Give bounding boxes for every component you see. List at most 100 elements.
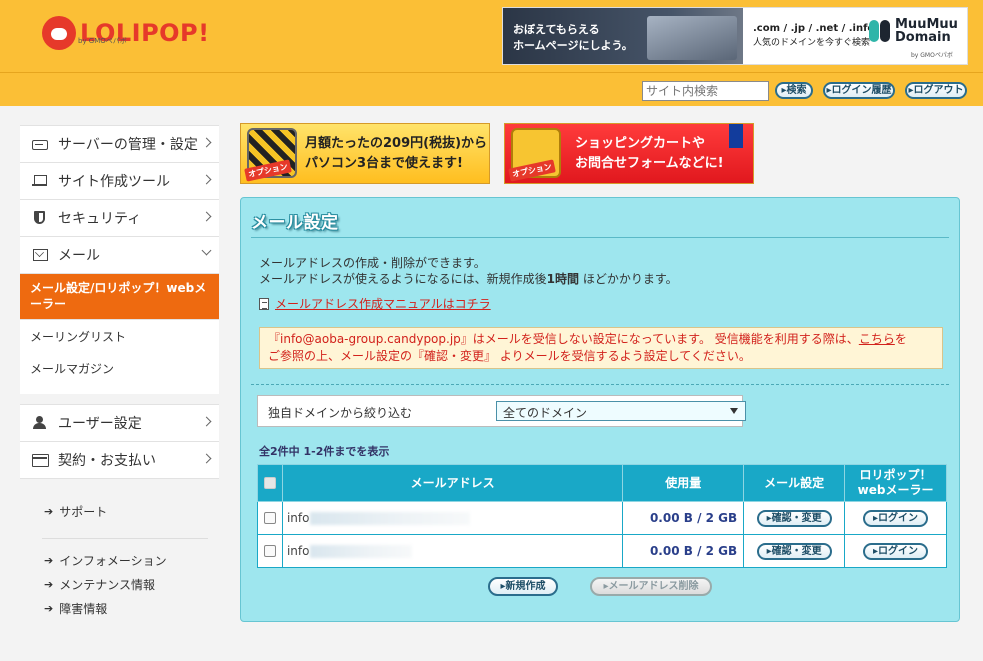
muumuu-logo-text: MuuMuu Domain xyxy=(895,18,958,44)
support-links: ➔ サポート xyxy=(20,499,219,523)
chevron-right-icon xyxy=(201,453,212,464)
filter-label: 独自ドメインから絞り込む xyxy=(268,406,413,420)
promo-banner-pc[interactable]: オプション 月額たったの209円(税抜)から パソコン3台まで使えます! xyxy=(240,123,490,184)
delete-address-button[interactable]: ▸メールアドレス削除 xyxy=(590,577,712,596)
login-history-button[interactable]: ▸ログイン履歴 xyxy=(823,82,895,99)
mail-submenu: メール設定/ロリポップ！webメーラー メーリングリスト メールマガジン xyxy=(20,274,219,394)
desc-line2-bold: 1時間 xyxy=(546,272,580,286)
blurred-domain xyxy=(310,512,471,525)
confirm-change-button[interactable]: ▸確認・変更 xyxy=(756,509,832,527)
muumuu-logo: MuuMuu Domain xyxy=(869,18,958,44)
nav-user-settings[interactable]: ユーザー設定 xyxy=(20,405,219,442)
title-divider xyxy=(251,237,949,238)
chevron-right-icon xyxy=(201,137,212,148)
search-button[interactable]: ▸検索 xyxy=(775,82,813,99)
receive-warning-alert: 『info@aoba-group.candypop.jp』はメールを受信しない設… xyxy=(259,327,943,369)
link-failure[interactable]: ➔ 障害情報 xyxy=(20,596,219,620)
nav-contract[interactable]: 契約・お支払い xyxy=(20,442,219,479)
address-cell: info xyxy=(281,534,624,568)
col-webmailer: ロリポップ！ webメーラー xyxy=(844,464,947,502)
confirm-change-button[interactable]: ▸確認・変更 xyxy=(756,542,832,560)
promo-text: 月額たったの209円(税抜)から パソコン3台まで使えます! xyxy=(305,136,488,171)
chevron-right-icon xyxy=(201,211,212,222)
row-checkbox-cell xyxy=(257,534,283,568)
row-checkbox[interactable] xyxy=(263,545,276,557)
nav-mail[interactable]: メール xyxy=(20,237,219,274)
nav-mailing-list[interactable]: メーリングリスト xyxy=(20,320,219,352)
document-icon xyxy=(259,297,269,310)
nav-group-account: ユーザー設定 契約・お支払い xyxy=(20,404,219,479)
logo-sub: by GMOペパボ xyxy=(78,37,127,45)
ribbon-icon xyxy=(729,124,743,148)
manual-link-text: メールアドレス作成マニュアルはコチラ xyxy=(275,297,491,311)
mail-table: メールアドレス 使用量 メール設定 ロリポップ！ webメーラー info 0.… xyxy=(257,464,947,568)
table-row: info 0.00 B / 2 GB ▸確認・変更 ▸ログイン xyxy=(257,501,947,535)
col-settings: メール設定 xyxy=(743,464,846,502)
muumuu-domain-banner[interactable]: おぼえてもらえる ホームページにしよう。 .com / .jp / .net /… xyxy=(502,7,968,65)
alert-line2: ご参照の上、メール設定の『確認・変更』 よりメールを受信するよう設定してください… xyxy=(268,349,751,363)
address-cell: info xyxy=(281,501,624,535)
link-information-label: インフォメーション xyxy=(59,553,167,568)
chevron-down-icon xyxy=(201,245,212,256)
nav-mail-settings-active[interactable]: メール設定/ロリポップ！webメーラー xyxy=(20,274,219,320)
nav-contract-label: 契約・お支払い xyxy=(58,453,156,469)
domain-select[interactable]: 全てのドメイン xyxy=(496,401,746,421)
usage-cell: 0.00 B / 2 GB xyxy=(622,534,745,568)
col-usage: 使用量 xyxy=(622,464,745,502)
result-count: 全2件中 1-2件までを表示 xyxy=(259,445,390,458)
nav-security-label: セキュリティ xyxy=(58,211,142,227)
banner-image: おぼえてもらえる ホームページにしよう。 xyxy=(503,8,743,64)
chevron-right-icon xyxy=(201,174,212,185)
address-text: info xyxy=(286,511,310,525)
info-links: ➔ インフォメーション ➔ メンテナンス情報 ➔ 障害情報 xyxy=(20,548,219,620)
usage-cell: 0.00 B / 2 GB xyxy=(622,501,745,535)
link-maintenance[interactable]: ➔ メンテナンス情報 xyxy=(20,572,219,596)
alert-link[interactable]: こちら xyxy=(859,332,895,346)
arrow-right-icon: ➔ xyxy=(44,577,54,591)
sidebar-divider xyxy=(42,538,208,539)
link-support-label: サポート xyxy=(59,504,108,519)
nav-site-tools-label: サイト作成ツール xyxy=(58,174,170,190)
arrow-right-icon: ➔ xyxy=(44,553,54,567)
select-all-checkbox[interactable] xyxy=(263,477,276,489)
alert-post: を xyxy=(894,332,907,346)
lolipop-logo-icon xyxy=(42,16,76,50)
nav-mail-label: メール xyxy=(58,248,100,264)
col-address: メールアドレス xyxy=(281,464,624,502)
col-webmailer-label: ロリポップ！ webメーラー xyxy=(857,468,934,497)
login-cell: ▸ログイン xyxy=(844,534,947,568)
row-checkbox[interactable] xyxy=(263,512,276,524)
link-maintenance-label: メンテナンス情報 xyxy=(59,577,155,592)
nav-server[interactable]: サーバーの管理・設定 xyxy=(20,126,219,163)
banner-domains: .com / .jp / .net / .info 人気のドメインを今すぐ検索 xyxy=(753,22,874,50)
site-search-input[interactable] xyxy=(642,81,769,101)
user-icon xyxy=(32,416,48,430)
blurred-domain xyxy=(310,545,413,558)
manual-link[interactable]: メールアドレス作成マニュアルはコチラ xyxy=(259,295,491,312)
chevron-right-icon xyxy=(201,416,212,427)
link-support[interactable]: ➔ サポート xyxy=(20,499,219,523)
nav-user-settings-label: ユーザー設定 xyxy=(58,416,142,432)
nav-security[interactable]: セキュリティ xyxy=(20,200,219,237)
header: LOLIPOP! by GMOペパボ おぼえてもらえる ホームページにしよう。 … xyxy=(0,0,983,106)
promo-banner-cart[interactable]: オプション ショッピングカートや お問合せフォームなどに! xyxy=(504,123,754,184)
nav-mail-magazine[interactable]: メールマガジン xyxy=(20,352,219,384)
settings-cell: ▸確認・変更 xyxy=(743,501,846,535)
arrow-right-icon: ➔ xyxy=(44,601,54,615)
nav-site-tools[interactable]: サイト作成ツール xyxy=(20,163,219,200)
server-icon xyxy=(32,139,48,150)
mail-settings-panel: メール設定 メールアドレスの作成・削除ができます。 メールアドレスが使えるように… xyxy=(240,197,960,622)
new-create-button[interactable]: ▸新規作成 xyxy=(488,577,558,596)
domain-filter: 独自ドメインから絞り込む 全てのドメイン xyxy=(257,395,746,427)
link-information[interactable]: ➔ インフォメーション xyxy=(20,548,219,572)
desc-line2: メールアドレスが使えるようになるには、新規作成後1時間 ほどかかります。 xyxy=(259,271,678,287)
header-divider xyxy=(0,72,983,73)
logout-button[interactable]: ▸ログアウト xyxy=(905,82,967,99)
banner-left-text: おぼえてもらえる ホームページにしよう。 xyxy=(513,23,633,52)
page-title: メール設定 xyxy=(251,213,339,233)
desc-line1: メールアドレスの作成・削除ができます。 xyxy=(259,256,486,270)
banner-mid-text: .com / .jp / .net / .info xyxy=(753,23,875,34)
webmail-login-button[interactable]: ▸ログイン xyxy=(863,509,929,527)
alert-pre: 『info@aoba-group.candypop.jp』はメールを受信しない設… xyxy=(268,332,859,346)
webmail-login-button[interactable]: ▸ログイン xyxy=(863,542,929,560)
